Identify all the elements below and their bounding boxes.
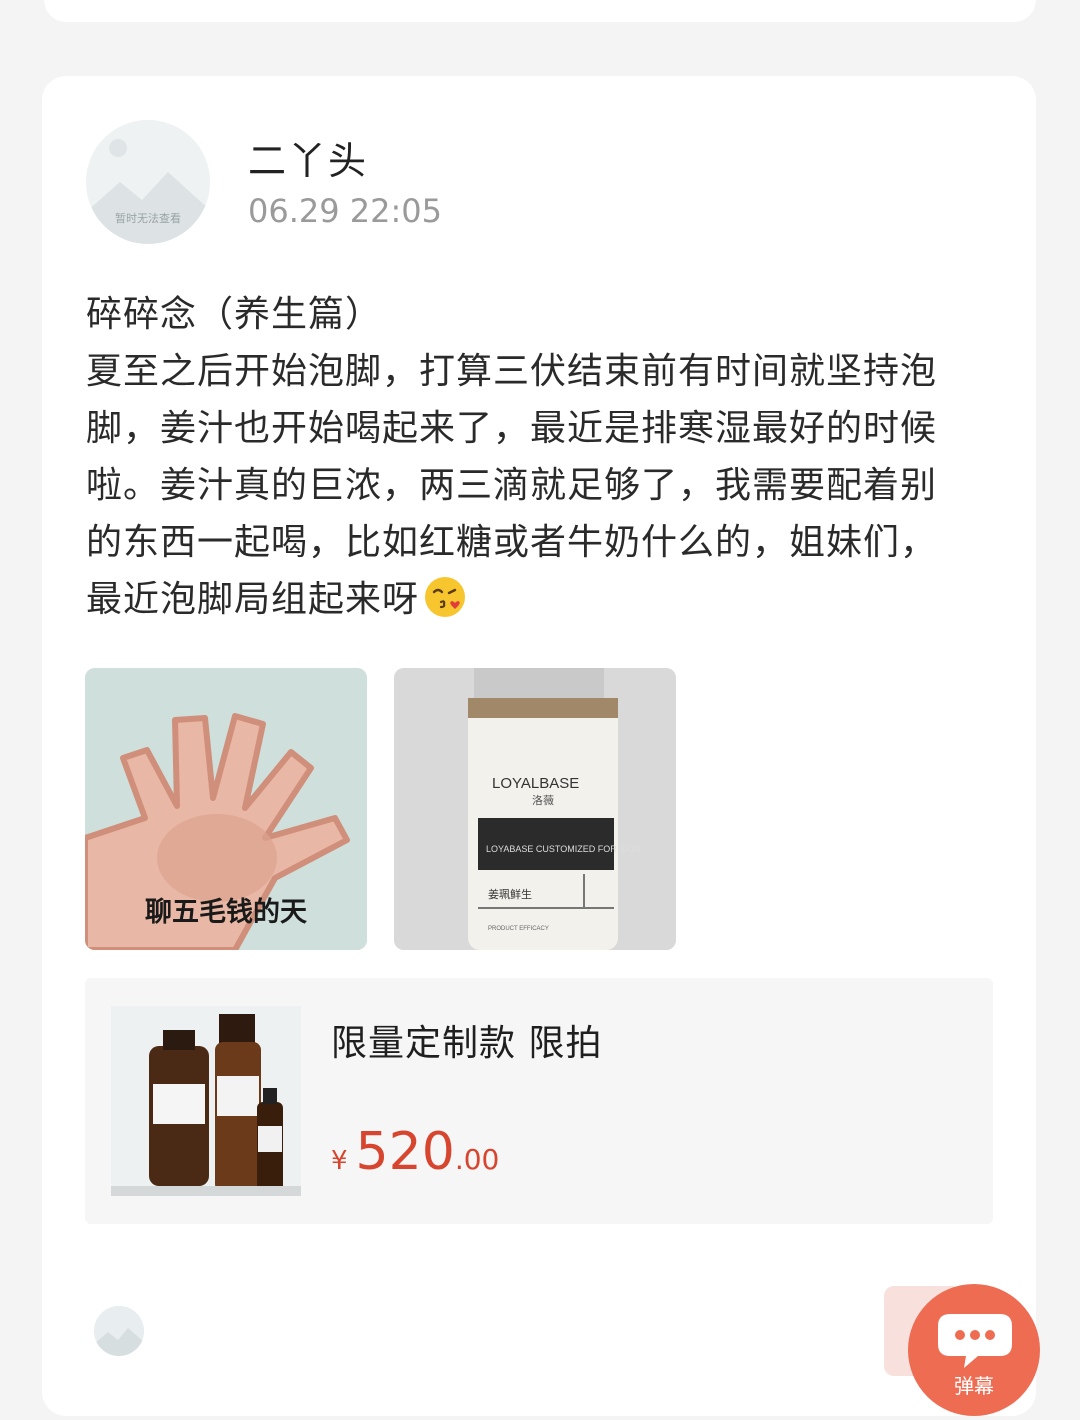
post-text-line: 夏至之后开始泡脚，打算三伏结束前有时间就坚持泡 [86, 351, 938, 392]
post-text-line: 的东西一起喝，比如红糖或者牛奶什么的，姐妹们， [86, 522, 938, 563]
post-text-last: 最近泡脚局组起来呀 [86, 579, 420, 620]
avatar-label: 暂时无法查看 [115, 212, 181, 225]
product-card[interactable]: 限量定制款 限拍 ¥520.00 [85, 978, 993, 1224]
price-decimal: .00 [454, 1143, 500, 1176]
kiss-emoji-icon [425, 577, 466, 617]
post-image-meme[interactable]: 聊五毛钱的天 [85, 668, 367, 950]
post-text-line-last: 最近泡脚局组起来呀 [86, 571, 996, 628]
post-text-line: 啦。姜汁真的巨浓，两三滴就足够了，我需要配着别 [86, 465, 938, 506]
danmaku-button[interactable]: 弹幕 [908, 1284, 1040, 1416]
bottle-brand-cn-text: 洛薇 [532, 793, 554, 807]
price-currency: ¥ [331, 1146, 348, 1176]
post-timestamp: 06.29 22:05 [248, 192, 442, 230]
product-bottle-photo: LOYALBASE 洛薇 LOYABASE CUSTOMIZED FOR SKI… [394, 668, 676, 950]
post-image-product[interactable]: LOYALBASE 洛薇 LOYABASE CUSTOMIZED FOR SKI… [394, 668, 676, 950]
product-price: ¥520.00 [331, 1122, 499, 1182]
meme-caption: 聊五毛钱的天 [145, 897, 307, 928]
author-name[interactable]: 二丫头 [248, 130, 368, 185]
post-title-line: 碎碎念（养生篇） [86, 294, 383, 335]
product-thumbnail[interactable] [111, 1006, 301, 1196]
danmaku-label: 弹幕 [954, 1374, 994, 1398]
bottle-brand-text: LOYALBASE [492, 775, 579, 792]
commenter-avatar[interactable] [94, 1306, 144, 1356]
product-bottles-image [111, 1006, 301, 1196]
post-text: 碎碎念（养生篇） 夏至之后开始泡脚，打算三伏结束前有时间就坚持泡 脚，姜汁也开始… [86, 286, 996, 628]
previous-post-card [44, 0, 1036, 22]
bottle-label-text: 姜珮鲜生 [488, 887, 532, 901]
product-title: 限量定制款 限拍 [331, 1023, 603, 1064]
bottle-band-text: LOYABASE CUSTOMIZED FOR SKIN [486, 844, 640, 854]
price-integer: 520 [355, 1122, 455, 1182]
bottle-small-text: PRODUCT EFFICACY [488, 926, 549, 932]
post-text-line: 脚，姜汁也开始喝起来了，最近是排寒湿最好的时候 [86, 408, 938, 449]
author-avatar[interactable]: 暂时无法查看 [86, 120, 210, 244]
image-placeholder-icon [94, 1306, 144, 1356]
